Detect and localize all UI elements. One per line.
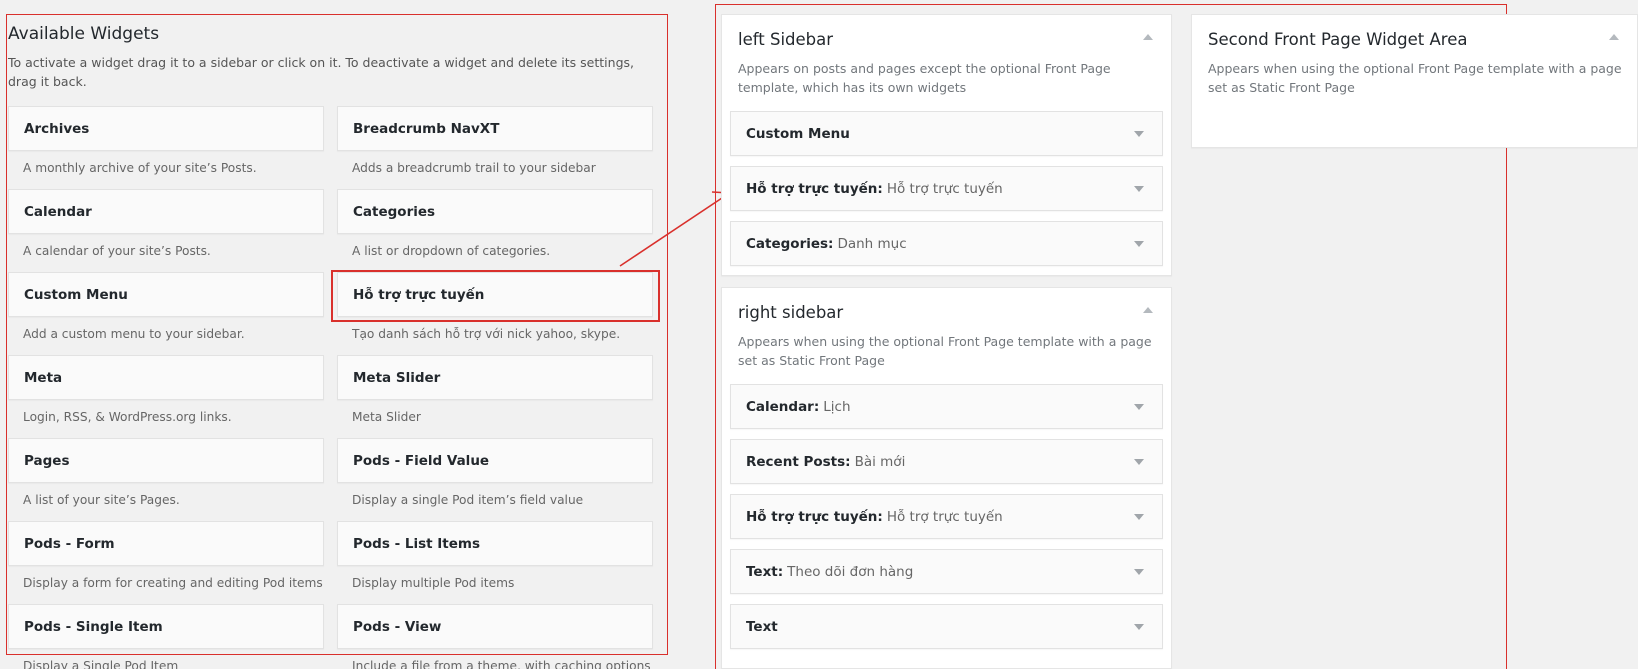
arrow-down-icon[interactable] xyxy=(1134,186,1144,192)
widget-item-description: Display a single Pod item’s field value xyxy=(352,493,584,507)
sidebar-widget-title: Hỗ trợ trực tuyến xyxy=(886,180,1003,197)
widget-item-name: Archives xyxy=(24,120,90,137)
sidebar-widget[interactable]: Hỗ trợ trực tuyến: Hỗ trợ trực tuyến xyxy=(730,494,1163,539)
widget-item-name: Categories xyxy=(353,203,436,220)
sidebar-widget[interactable]: Text: Theo dõi đơn hàng xyxy=(730,549,1163,594)
sidebar-widget-name: Hỗ trợ trực tuyến: xyxy=(746,508,883,525)
sidebar-widget-name: Hỗ trợ trực tuyến: xyxy=(746,180,883,197)
right-sidebar-description: Appears when using the optional Front Pa… xyxy=(738,334,1152,368)
sidebar-widget-title: Danh mục xyxy=(837,235,907,252)
sidebar-widget-title: Bài mới xyxy=(854,453,906,470)
widget-item-name: Meta xyxy=(24,369,63,386)
widget-item-name: Hỗ trợ trực tuyến xyxy=(353,286,485,303)
widget-item[interactable]: Pages xyxy=(8,438,324,483)
arrow-down-icon[interactable] xyxy=(1134,459,1144,465)
widget-item-name: Pods - Form xyxy=(24,535,115,552)
red-arrow xyxy=(619,191,732,267)
widget-item-name: Pods - Single Item xyxy=(24,618,163,635)
widget-item-description: Display a form for creating and editing … xyxy=(23,576,323,590)
left-sidebar-description: Appears on posts and pages except the op… xyxy=(738,61,1111,95)
widget-item-description: Meta Slider xyxy=(352,410,421,424)
left-sidebar-panel: left Sidebar Appears on posts and pages … xyxy=(721,14,1172,276)
widget-item[interactable]: Pods - List Items xyxy=(337,521,653,566)
widget-item[interactable]: Pods - Form xyxy=(8,521,324,566)
sidebar-widget-name: Categories: xyxy=(746,235,834,252)
sidebar-widget[interactable]: Categories: Danh mục xyxy=(730,221,1163,266)
widget-item-description: Tạo danh sách hỗ trợ với nick yahoo, sky… xyxy=(352,327,621,341)
widget-item-description: A list of your site’s Pages. xyxy=(23,493,180,507)
right-sidebar-title[interactable]: right sidebar xyxy=(738,303,843,322)
widget-item-name: Pods - View xyxy=(353,618,442,635)
widget-item[interactable]: Custom Menu xyxy=(8,272,324,317)
widget-item[interactable]: Calendar xyxy=(8,189,324,234)
widget-item-description: Adds a breadcrumb trail to your sidebar xyxy=(352,161,596,175)
sidebar-widget[interactable]: Custom Menu xyxy=(730,111,1163,156)
widget-item[interactable]: Pods - View xyxy=(337,604,653,649)
widget-item-name: Pods - Field Value xyxy=(353,452,490,469)
sidebar-widget-name: Custom Menu xyxy=(746,125,850,142)
arrow-down-icon[interactable] xyxy=(1134,514,1144,520)
widget-item-name: Breadcrumb NavXT xyxy=(353,120,500,137)
widget-item[interactable]: Pods - Field Value xyxy=(337,438,653,483)
sidebar-widget[interactable]: Calendar: Lịch xyxy=(730,384,1163,429)
widget-item-description: Login, RSS, & WordPress.org links. xyxy=(23,410,232,424)
arrow-down-icon[interactable] xyxy=(1134,241,1144,247)
sidebar-widget-title: Hỗ trợ trực tuyến xyxy=(886,508,1003,525)
second-front-page-title[interactable]: Second Front Page Widget Area xyxy=(1208,30,1467,49)
arrow-down-icon[interactable] xyxy=(1134,569,1144,575)
sidebar-widget-name: Text xyxy=(746,618,778,635)
sidebar-widget[interactable]: Recent Posts: Bài mới xyxy=(730,439,1163,484)
second-front-page-description: Appears when using the optional Front Pa… xyxy=(1208,61,1622,95)
widget-item-name: Pages xyxy=(24,452,70,469)
widget-item-description: Display multiple Pod items xyxy=(352,576,515,590)
widget-item[interactable]: Meta Slider xyxy=(337,355,653,400)
widget-item-description: A list or dropdown of categories. xyxy=(352,244,551,258)
widget-item-name: Custom Menu xyxy=(24,286,128,303)
available-widgets-title: Available Widgets xyxy=(8,24,160,44)
arrow-up-icon[interactable] xyxy=(1143,307,1153,313)
widget-item-description: A monthly archive of your site’s Posts. xyxy=(23,161,257,175)
sidebar-widget-title: Lịch xyxy=(823,398,851,415)
sidebar-widget[interactable]: Text xyxy=(730,604,1163,649)
arrow-up-icon[interactable] xyxy=(1143,34,1153,40)
sidebar-widget-title: Theo dõi đơn hàng xyxy=(787,563,914,580)
widget-item-name: Meta Slider xyxy=(353,369,441,386)
arrow-down-icon[interactable] xyxy=(1134,624,1144,630)
left-sidebar-title[interactable]: left Sidebar xyxy=(738,30,833,49)
arrow-down-icon[interactable] xyxy=(1134,404,1144,410)
sidebar-widget-name: Recent Posts: xyxy=(746,453,851,470)
widget-item[interactable]: Meta xyxy=(8,355,324,400)
available-widgets-description: To activate a widget drag it to a sideba… xyxy=(8,55,634,89)
arrow-down-icon[interactable] xyxy=(1134,131,1144,137)
arrow-up-icon[interactable] xyxy=(1609,34,1619,40)
widget-item[interactable]: Breadcrumb NavXT xyxy=(337,106,653,151)
widget-item-name: Calendar xyxy=(24,203,92,220)
widget-item[interactable]: Pods - Single Item xyxy=(8,604,324,649)
widget-item-description: Display a Single Pod Item xyxy=(23,659,179,669)
sidebar-widget-name: Text: xyxy=(746,563,784,580)
widget-item-name: Pods - List Items xyxy=(353,535,481,552)
right-sidebar-panel: right sidebar Appears when using the opt… xyxy=(721,287,1172,669)
second-front-page-panel: Second Front Page Widget Area Appears wh… xyxy=(1191,14,1638,148)
widget-item-description: A calendar of your site’s Posts. xyxy=(23,244,211,258)
widget-item[interactable]: Archives xyxy=(8,106,324,151)
sidebar-widget-name: Calendar: xyxy=(746,398,820,415)
sidebar-widget[interactable]: Hỗ trợ trực tuyến: Hỗ trợ trực tuyến xyxy=(730,166,1163,211)
widget-item-description: Include a file from a theme, with cachin… xyxy=(352,659,651,669)
widget-item-description: Add a custom menu to your sidebar. xyxy=(23,327,245,341)
